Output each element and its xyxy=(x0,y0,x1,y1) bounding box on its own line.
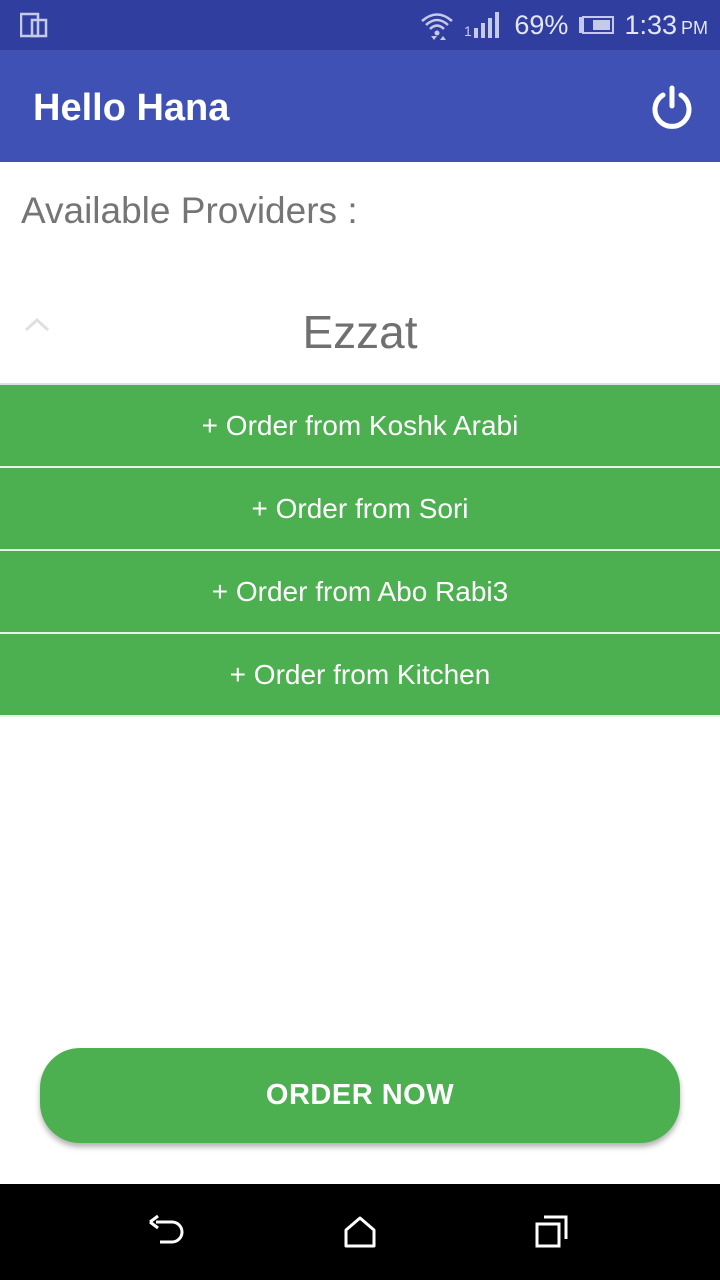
order-item-kitchen[interactable]: + Order from Kitchen xyxy=(0,634,720,717)
clock-suffix: PM xyxy=(681,17,708,38)
signal-icon: 1 xyxy=(464,12,500,38)
clock-time: 1:33 xyxy=(624,9,677,40)
power-icon xyxy=(652,85,692,129)
navigation-bar xyxy=(0,1184,720,1280)
battery-percent: 69% xyxy=(514,9,569,40)
screen-mirror-icon xyxy=(20,12,48,38)
order-item-koshk-arabi[interactable]: + Order from Koshk Arabi xyxy=(0,385,720,468)
home-icon[interactable] xyxy=(340,1212,380,1252)
battery-icon xyxy=(579,16,615,34)
section-label: Available Providers : xyxy=(21,190,358,231)
back-icon[interactable] xyxy=(146,1212,186,1252)
recents-icon[interactable] xyxy=(532,1212,572,1252)
status-bar: 1 69% 1:33 PM xyxy=(0,0,720,50)
order-item-abo-rabi3[interactable]: + Order from Abo Rabi3 xyxy=(0,551,720,634)
svg-text:1: 1 xyxy=(464,23,472,38)
provider-header[interactable]: Ezzat xyxy=(0,290,720,384)
order-now-button[interactable]: ORDER NOW xyxy=(40,1048,680,1143)
order-list: + Order from Koshk Arabi + Order from So… xyxy=(0,385,720,717)
app-title: Hello Hana xyxy=(33,87,230,129)
logout-button[interactable] xyxy=(648,84,696,132)
clock: 1:33 PM xyxy=(624,10,708,41)
order-item-sori[interactable]: + Order from Sori xyxy=(0,468,720,551)
wifi-icon xyxy=(421,13,454,40)
app-bar: Hello Hana xyxy=(0,50,720,162)
provider-name: Ezzat xyxy=(302,306,418,358)
